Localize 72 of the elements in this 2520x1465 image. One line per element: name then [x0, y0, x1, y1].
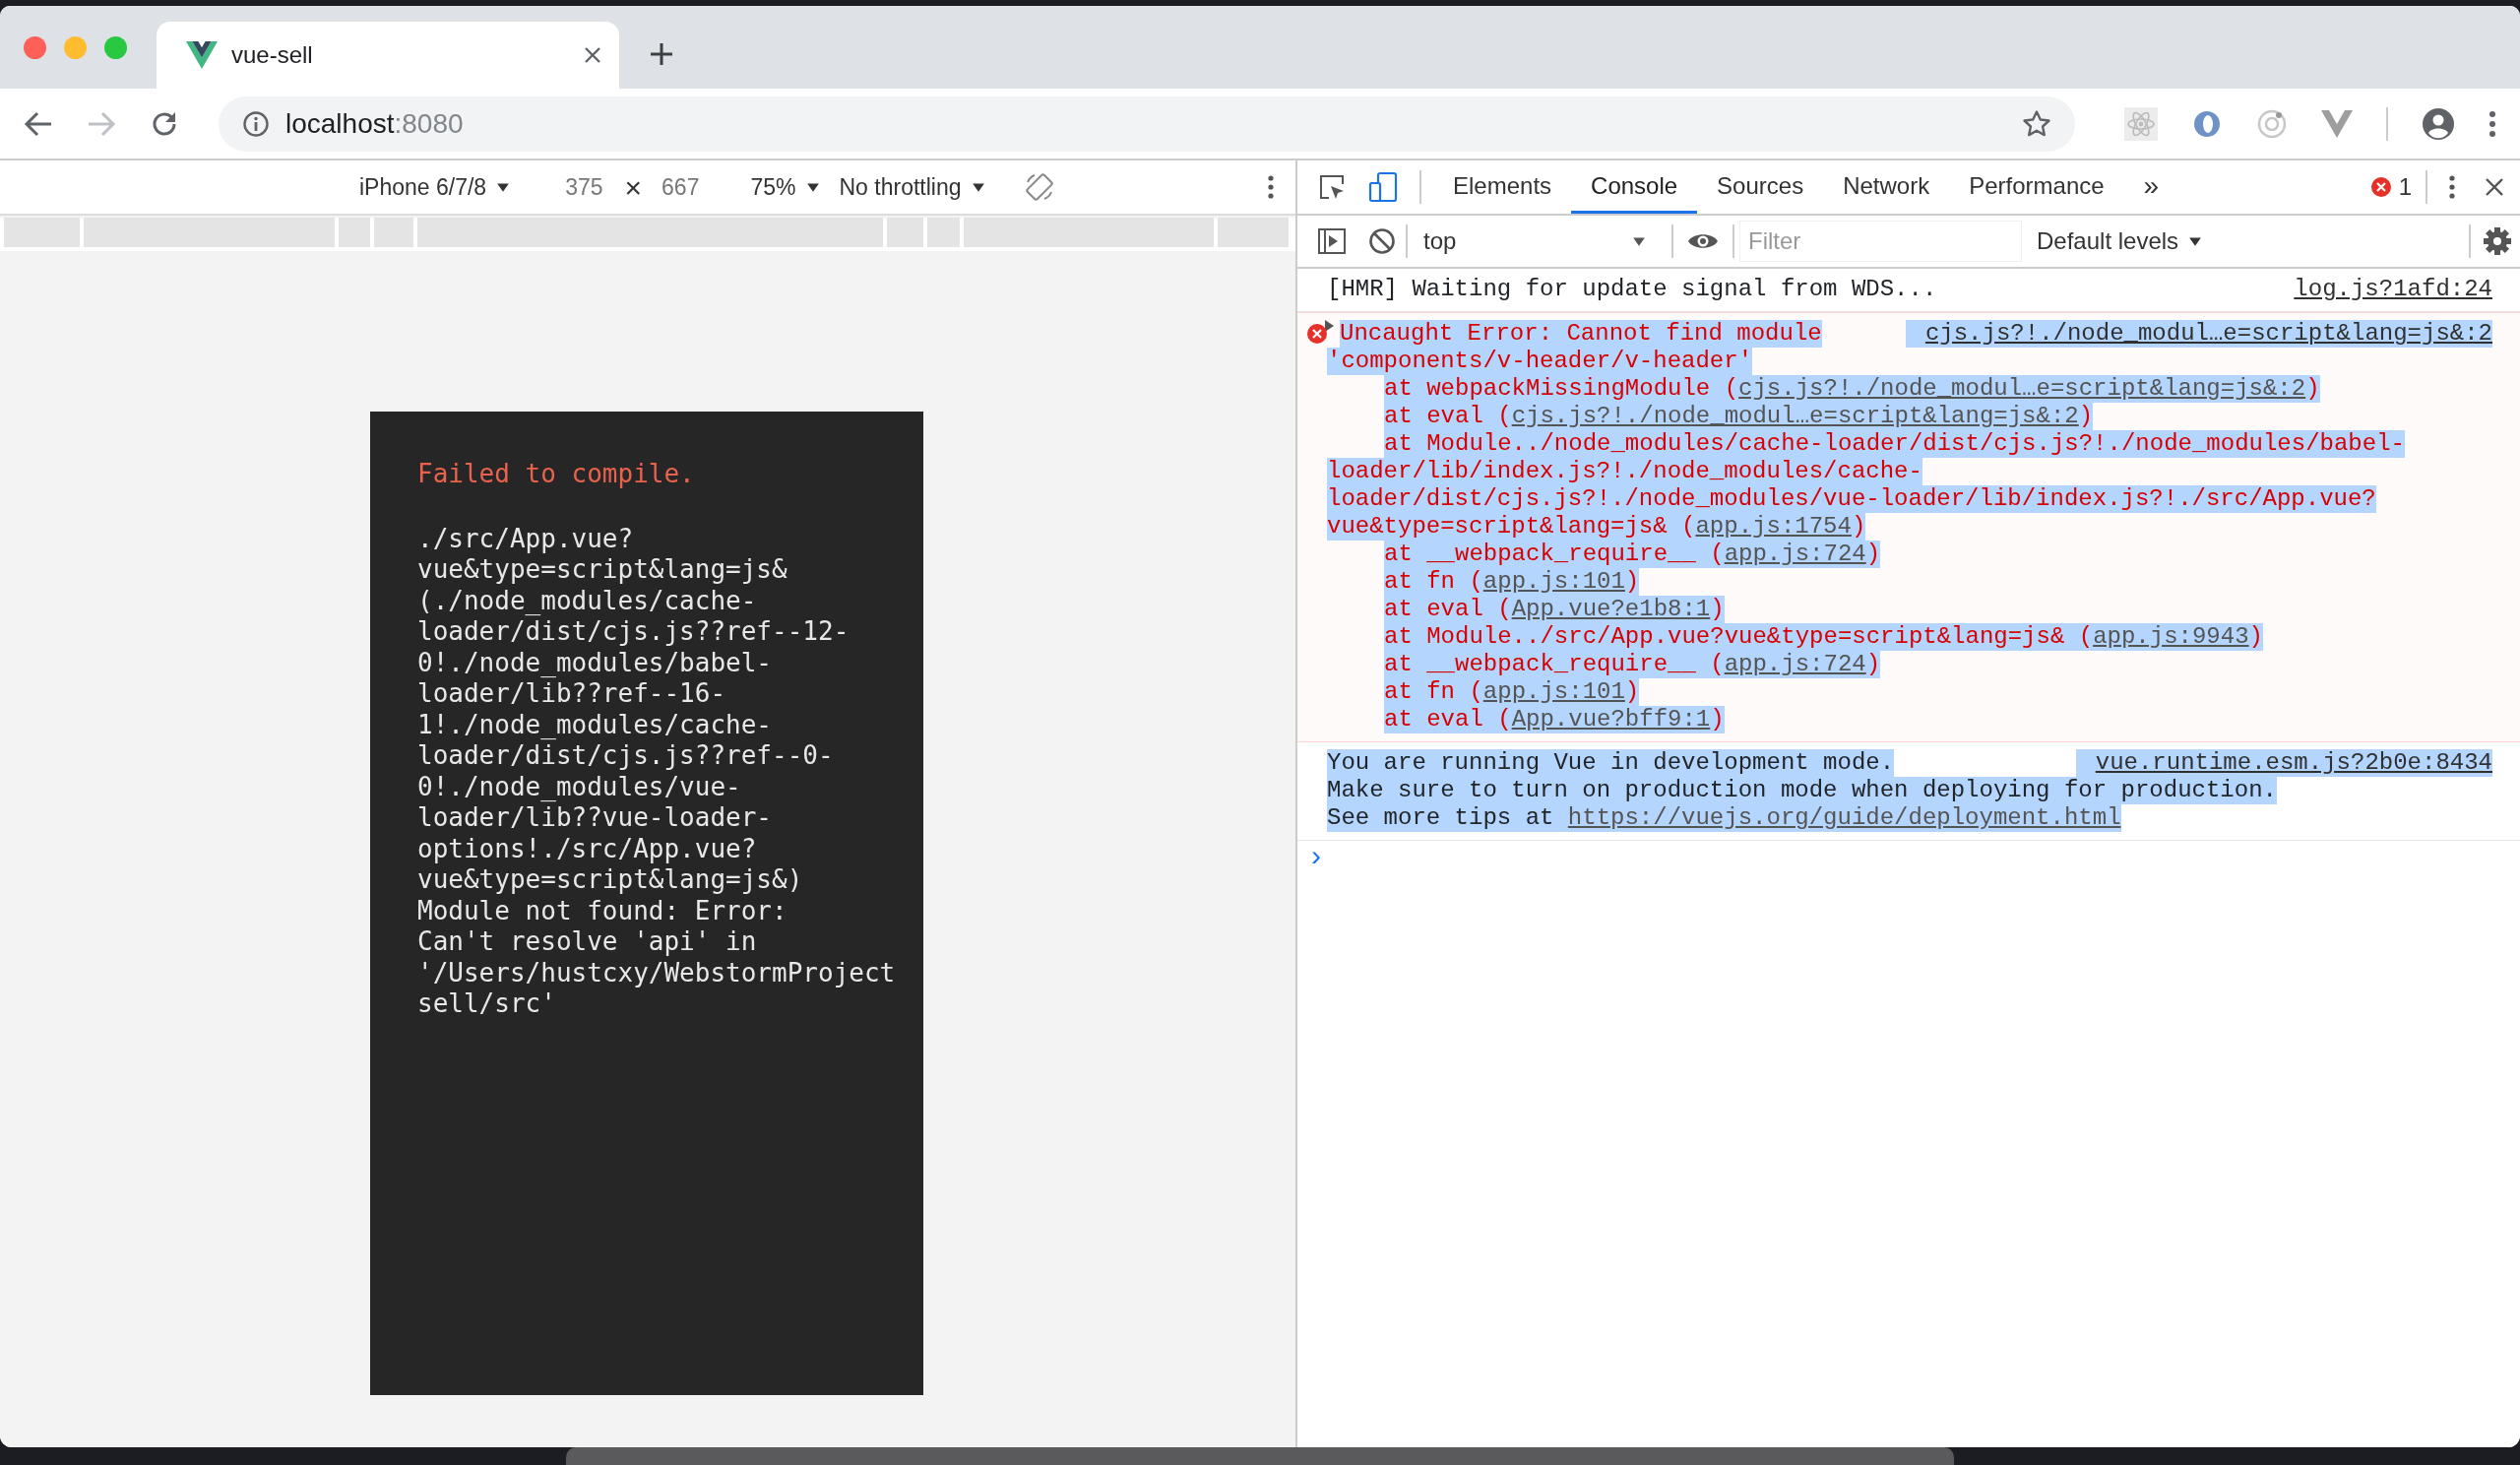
error-text-line: vue&type=script&lang=js&) — [417, 864, 804, 896]
stack-link[interactable]: app.js:1754 — [1695, 513, 1852, 540]
error-icon — [1307, 324, 1327, 344]
panel-tab[interactable]: Performance — [1949, 160, 2124, 214]
error-text-line: Can't resolve 'api' in — [417, 926, 758, 958]
error-text-line: (./node_modules/cache- — [417, 585, 758, 616]
source-link[interactable]: vue.runtime.esm.js?2b0e:8434 — [2075, 749, 2492, 777]
rotate-icon[interactable] — [1024, 172, 1054, 202]
panel-tab[interactable]: Elements — [1433, 160, 1572, 214]
zoom-select[interactable]: 75% — [750, 169, 820, 205]
error-text-line: loader/dist/cjs.js??ref--0- — [417, 740, 835, 772]
stack-link[interactable]: App.vue?e1b8:1 — [1511, 596, 1711, 622]
error-count-badge[interactable]: 1 — [2370, 160, 2412, 214]
times-sign: × — [624, 169, 643, 206]
close-tab-button[interactable] — [584, 46, 601, 64]
panel-tab[interactable]: Sources — [1697, 160, 1824, 214]
console-prompt[interactable]: › — [1297, 841, 2520, 870]
stack-link[interactable]: app.js:724 — [1724, 541, 1866, 567]
stack-link[interactable]: cjs.js?!./node_modul…e=script&lang=js&:2 — [1738, 375, 2306, 402]
error-text-line: vue&type=script&lang=js& — [417, 554, 788, 586]
source-link[interactable]: log.js?1afd:24 — [2274, 276, 2492, 303]
forward-button[interactable] — [87, 109, 116, 138]
more-options-icon[interactable] — [1268, 175, 1274, 199]
info-icon — [242, 109, 270, 138]
stack-link[interactable]: app.js:101 — [1482, 568, 1625, 595]
browser-tab[interactable]: vue-sell — [157, 22, 619, 89]
profile-icon[interactable] — [2422, 106, 2455, 141]
console-line: [HMR] Waiting for update signal from WDS... — [1327, 276, 1937, 303]
stack-link[interactable]: App.vue?bff9:1 — [1511, 706, 1711, 732]
width-value[interactable]: 375 — [565, 169, 603, 205]
error-text-line: 0!./node_modules/babel- — [417, 647, 774, 678]
clear-console-icon[interactable] — [1368, 227, 1396, 255]
error-text-line: 0!./node_modules/vue- — [417, 771, 742, 802]
error-text-line: options!./src/App.vue? — [417, 833, 758, 864]
panel-tab[interactable]: Console — [1571, 160, 1698, 214]
height-value[interactable]: 667 — [662, 169, 700, 205]
error-text-line: loader/dist/cjs.js??ref--12- — [417, 616, 850, 648]
sidebar-toggle-icon[interactable] — [1317, 227, 1347, 255]
error-text-line: ./src/App.vue? — [417, 523, 635, 554]
error-text-line: 1!./node_modules/cache- — [417, 709, 774, 740]
menu-icon[interactable] — [2488, 109, 2496, 138]
atom-extension-icon[interactable] — [2124, 106, 2158, 141]
stack-link[interactable]: app.js:101 — [1482, 678, 1625, 705]
stack-link[interactable]: app.js:724 — [1724, 651, 1866, 677]
url-text: localhost:8080 — [285, 106, 465, 141]
stack-link[interactable]: app.js:9943 — [2093, 623, 2249, 650]
address-bar[interactable]: localhost:8080 — [219, 96, 2075, 152]
target-extension-icon[interactable] — [2256, 107, 2288, 140]
error-heading: Failed to compile. — [417, 459, 696, 490]
throttling-select[interactable]: No throttling — [839, 169, 985, 205]
v-logo-icon — [186, 41, 218, 69]
error-text-line: loader/lib??vue-loader- — [417, 802, 774, 834]
context-select[interactable]: top — [1412, 223, 1658, 259]
filter-field[interactable]: Filter — [1740, 222, 2021, 261]
error-text-line: Module not found: Error: — [417, 895, 788, 926]
back-button[interactable] — [24, 109, 53, 138]
error-text-line: sell/src' — [417, 988, 557, 1020]
bookmark-star-icon[interactable] — [2022, 108, 2051, 139]
error-text-line: loader/lib??ref--16- — [417, 678, 727, 710]
settings-icon[interactable] — [2483, 226, 2512, 256]
new-tab-button[interactable] — [649, 41, 674, 67]
panel-tab[interactable]: Network — [1823, 160, 1950, 214]
stack-link[interactable]: https://vuejs.org/guide/deployment.html — [1567, 804, 2121, 831]
device-select[interactable]: iPhone 6/7/8 — [359, 169, 511, 205]
tab-title: vue-sell — [231, 40, 314, 70]
source-link[interactable]: cjs.js?!./node_modul…e=script&lang=js&:2 — [1905, 320, 2492, 348]
error-text-line: '/Users/hustcxy/WebstormProject — [417, 957, 897, 988]
v-extension-icon[interactable] — [2321, 109, 2353, 138]
stack-link[interactable]: cjs.js?!./node_modul…e=script&lang=js&:2 — [1511, 403, 2079, 429]
more-tabs-button[interactable]: » — [2123, 160, 2179, 214]
levels-select[interactable]: Default levels — [2037, 223, 2203, 259]
close-window-button[interactable] — [24, 35, 46, 59]
